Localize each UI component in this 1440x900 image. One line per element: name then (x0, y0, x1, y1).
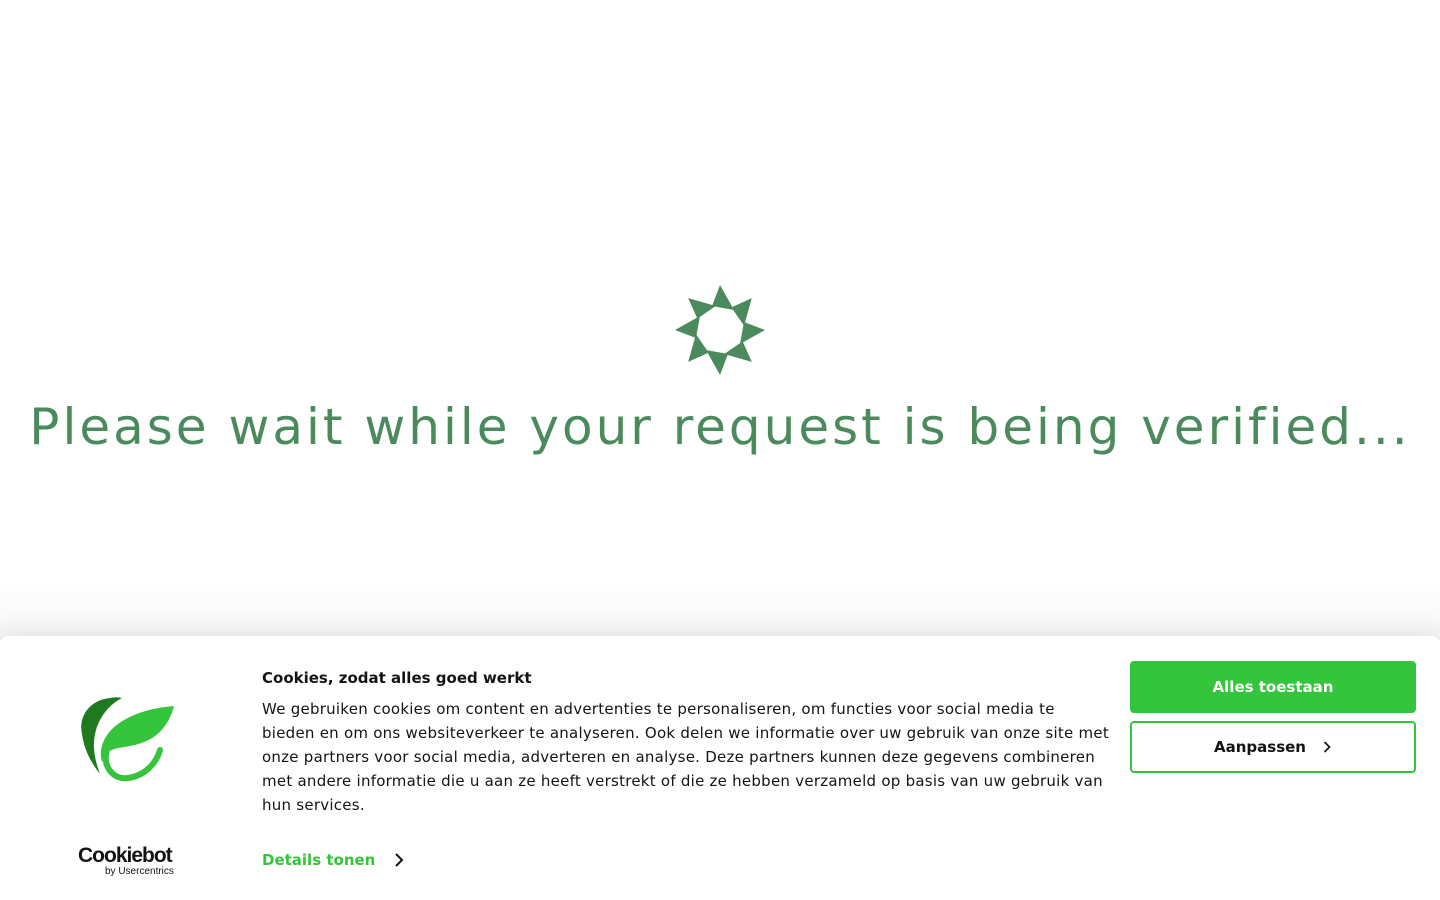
verification-screen: Please wait while your request is being … (0, 0, 1440, 640)
customize-button[interactable]: Aanpassen (1130, 721, 1416, 773)
spinner-icon (675, 285, 765, 375)
verification-message: Please wait while your request is being … (29, 398, 1411, 456)
spinner-petal (688, 298, 716, 319)
banner-shadow (0, 580, 1440, 640)
spinner-petal (740, 322, 765, 344)
cookiebot-wordmark: Cookiebot (78, 844, 173, 867)
spinner-petal (731, 298, 752, 326)
chevron-right-icon (1323, 741, 1331, 753)
details-toggle-link[interactable]: Details tonen (262, 849, 405, 871)
cookie-banner-title: Cookies, zodat alles goed werkt (262, 669, 532, 687)
cookiebot-logo: Cookiebot by Usercentrics (78, 844, 182, 878)
spinner-petal (675, 316, 700, 338)
spinner-petal (724, 341, 752, 362)
allow-all-button[interactable]: Alles toestaan (1130, 661, 1416, 713)
spinner-petal (688, 334, 709, 362)
chevron-right-icon (395, 853, 404, 867)
details-link-label: Details tonen (262, 851, 376, 869)
spinner-petal (706, 350, 728, 375)
cookie-banner-text: We gebruiken cookies om content en adver… (262, 700, 1109, 814)
customize-button-label: Aanpassen (1214, 738, 1306, 756)
cookiebot-byline: by Usercentrics (105, 866, 174, 877)
leaf-logo-icon (81, 697, 174, 782)
cookie-consent-banner: Cookiebot by Usercentrics Cookies, zodat… (0, 636, 1440, 900)
